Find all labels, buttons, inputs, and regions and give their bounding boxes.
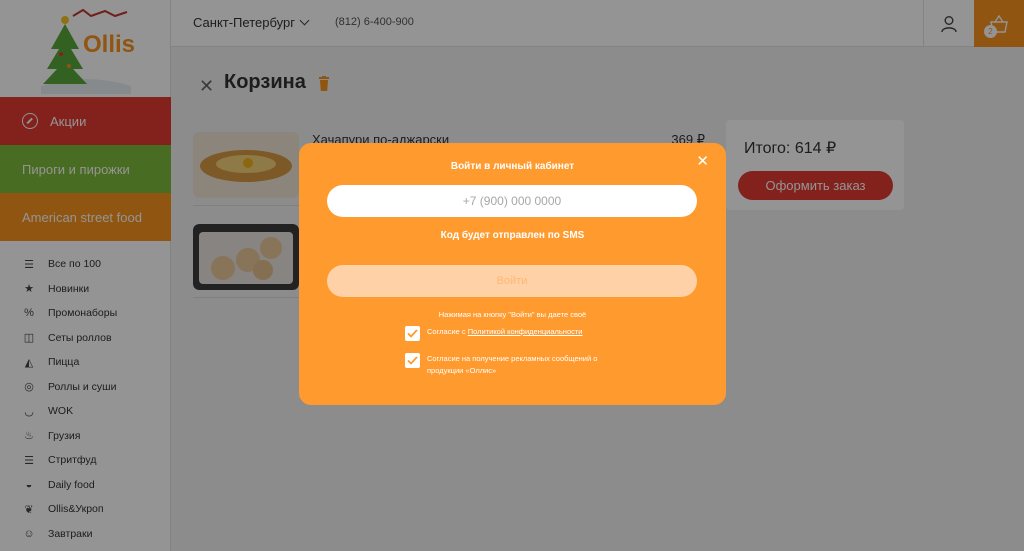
privacy-policy-link[interactable]: Политикой конфиденциальности bbox=[468, 327, 583, 336]
sms-note: Код будет отправлен по SMS bbox=[440, 230, 585, 241]
login-modal: ✕ Войти в личный кабинет Код будет отпра… bbox=[299, 143, 726, 405]
modal-title: Войти в личный кабинет bbox=[450, 161, 575, 172]
checkmark-icon bbox=[407, 329, 418, 338]
privacy-consent-text: Согласие с Политикой конфиденциальности bbox=[427, 326, 627, 338]
ads-checkbox[interactable] bbox=[405, 353, 420, 368]
privacy-checkbox[interactable] bbox=[405, 326, 420, 341]
checkmark-icon bbox=[407, 356, 418, 365]
phone-input[interactable] bbox=[327, 185, 697, 217]
ads-consent-row: Согласие на получение рекламных сообщени… bbox=[405, 353, 627, 377]
privacy-consent-row: Согласие с Политикой конфиденциальности bbox=[405, 326, 627, 341]
privacy-consent-prefix: Согласие с bbox=[427, 327, 468, 336]
login-button[interactable]: Войти bbox=[327, 265, 697, 297]
ads-consent-text: Согласие на получение рекламных сообщени… bbox=[427, 354, 598, 375]
consent-note: Нажимая на кнопку "Войти" вы даете своё bbox=[438, 310, 587, 319]
